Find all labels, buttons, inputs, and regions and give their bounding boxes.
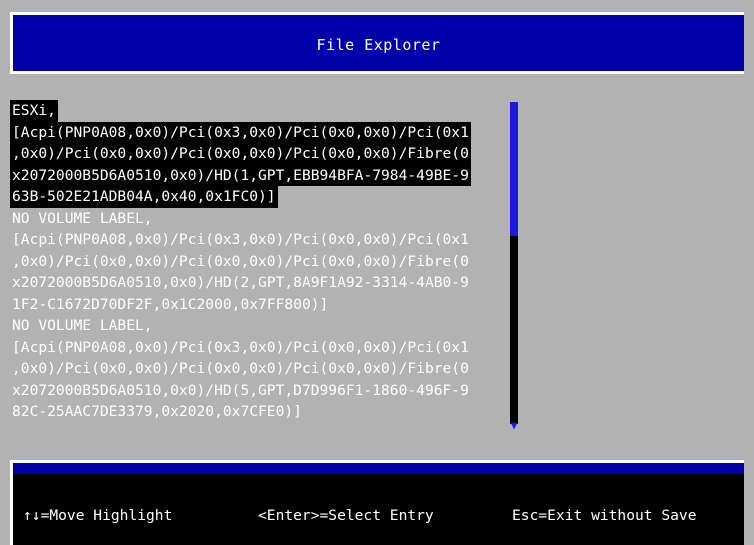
status-divider [10,460,744,474]
status-bar: ↑↓=Move Highlight <Enter>=Select Entry E… [10,474,744,545]
title-panel: File Explorer [10,12,744,74]
entry-line: [Acpi(PNP0A08,0x0)/Pci(0x3,0x0)/Pci(0x0,… [12,338,469,356]
file-entry[interactable]: NO VOLUME LABEL, [Acpi(PNP0A08,0x0)/Pci(… [10,315,510,423]
entry-line: ,0x0)/Pci(0x0,0x0)/Pci(0x0,0x0)/Pci(0x0,… [12,360,469,377]
scrollbar[interactable] [510,102,518,424]
entry-line: x2072000B5D6A0510,0x0)/HD(2,GPT,8A9F1A92… [12,274,469,291]
entry-line: 1F2-C1672D70DF2F,0x1C2000,0x7FF800)] [12,295,329,313]
entry-line: 63B-502E21ADB04A,0x40,0x1FC0)] [10,186,278,208]
window-title: File Explorer [316,36,441,54]
entry-line: ESXi, [10,100,58,122]
down-arrow-icon[interactable]: ▼ [507,420,521,432]
exit-hint: Esc=Exit without Save [512,507,697,524]
file-entry[interactable]: ESXi, [Acpi(PNP0A08,0x0)/Pci(0x3,0x0)/Pc… [10,100,510,208]
entry-line: ,0x0)/Pci(0x0,0x0)/Pci(0x0,0x0)/Pci(0x0,… [10,143,471,165]
move-highlight-hint: ↑↓=Move Highlight [23,507,173,524]
file-entry[interactable]: NO VOLUME LABEL, [Acpi(PNP0A08,0x0)/Pci(… [10,208,510,316]
entry-line: [Acpi(PNP0A08,0x0)/Pci(0x3,0x0)/Pci(0x0,… [12,231,469,248]
scrollbar-thumb[interactable] [510,102,518,236]
bios-screen: File Explorer ESXi, [Acpi(PNP0A08,0x0)/P… [0,0,754,545]
entry-line: ,0x0)/Pci(0x0,0x0)/Pci(0x0,0x0)/Pci(0x0,… [12,252,469,270]
file-entry-list: ESXi, [Acpi(PNP0A08,0x0)/Pci(0x3,0x0)/Pc… [10,100,510,423]
entry-line: [Acpi(PNP0A08,0x0)/Pci(0x3,0x0)/Pci(0x0,… [10,121,471,143]
entry-line: NO VOLUME LABEL, [12,317,153,334]
entry-line: 82C-25AAC7DE3379,0x2020,0x7CFE0)] [12,403,302,420]
entry-line: x2072000B5D6A0510,0x0)/HD(1,GPT,EBB94BFA… [10,164,471,186]
select-entry-hint: <Enter>=Select Entry [258,507,434,524]
entry-line: x2072000B5D6A0510,0x0)/HD(5,GPT,D7D996F1… [12,381,469,399]
title-bar: File Explorer [0,0,754,82]
entry-line: NO VOLUME LABEL, [12,209,153,227]
file-list-area: ESXi, [Acpi(PNP0A08,0x0)/Pci(0x3,0x0)/Pc… [10,82,744,460]
